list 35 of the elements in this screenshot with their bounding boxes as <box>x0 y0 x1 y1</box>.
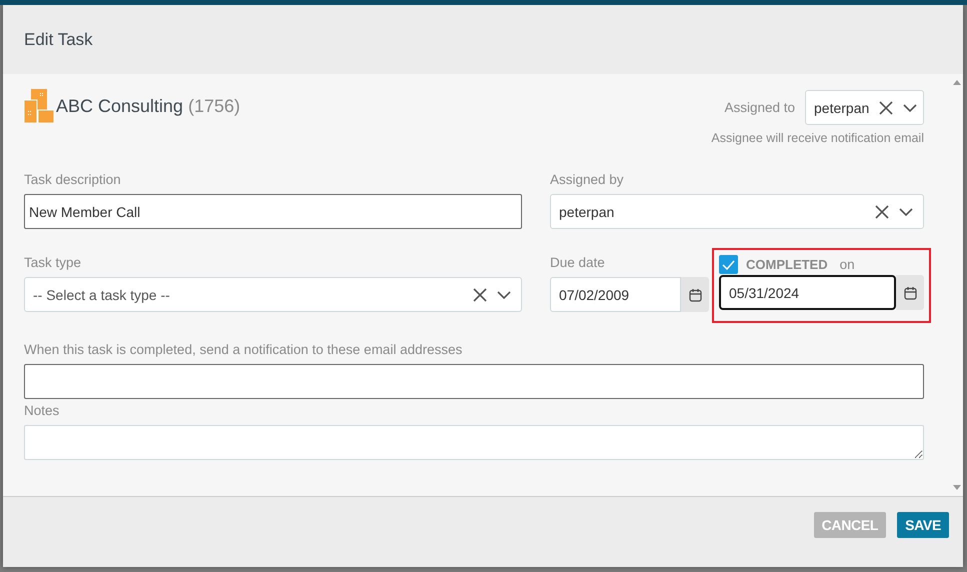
field-label: Task description <box>24 172 122 187</box>
email-field[interactable] <box>24 364 924 399</box>
field-label: Notes <box>24 403 60 418</box>
field-label: When this task is completed, send a notification to these email addresses <box>24 342 464 357</box>
task-type-select[interactable]: -- Select a task type -- <box>24 277 522 312</box>
field-label: Task type <box>24 255 82 270</box>
clear-icon[interactable] <box>879 100 894 114</box>
calendar-icon[interactable] <box>904 286 916 300</box>
clear-icon[interactable] <box>473 288 487 302</box>
field-label: on <box>840 257 855 272</box>
date-field[interactable]: 07/02/2009 <box>550 277 681 312</box>
task-description-field[interactable]: New Member Call <box>24 194 522 229</box>
clear-icon[interactable] <box>875 204 889 218</box>
field-label: Due date <box>550 255 606 270</box>
chevron-down-icon[interactable] <box>497 290 511 298</box>
chevron-down-icon[interactable] <box>903 104 918 112</box>
field-label: Assigned to <box>724 100 795 115</box>
scroll-down-icon[interactable] <box>952 485 960 490</box>
hint-text: Assignee will receive notification email <box>711 131 924 145</box>
checkbox[interactable] <box>719 255 738 274</box>
assignee-select[interactable]: peterpan <box>805 90 924 125</box>
notes-field[interactable] <box>24 425 924 460</box>
dialog-title: Edit Task <box>24 30 93 50</box>
assigned-by-select[interactable]: peterpan <box>550 194 924 229</box>
scrollbar[interactable] <box>950 74 963 496</box>
buildings-icon <box>24 89 54 123</box>
calendar-icon[interactable] <box>688 288 702 302</box>
save-button[interactable]: SAVE <box>897 512 949 538</box>
date-field[interactable]: 05/31/2024 <box>719 275 896 310</box>
check-icon <box>722 260 735 270</box>
chevron-down-icon[interactable] <box>899 208 913 216</box>
scroll-up-icon[interactable] <box>952 80 960 85</box>
company-name: ABC Consulting (1756) <box>56 96 240 116</box>
field-label: Assigned by <box>550 172 625 187</box>
checkbox-label: COMPLETED <box>746 257 828 272</box>
